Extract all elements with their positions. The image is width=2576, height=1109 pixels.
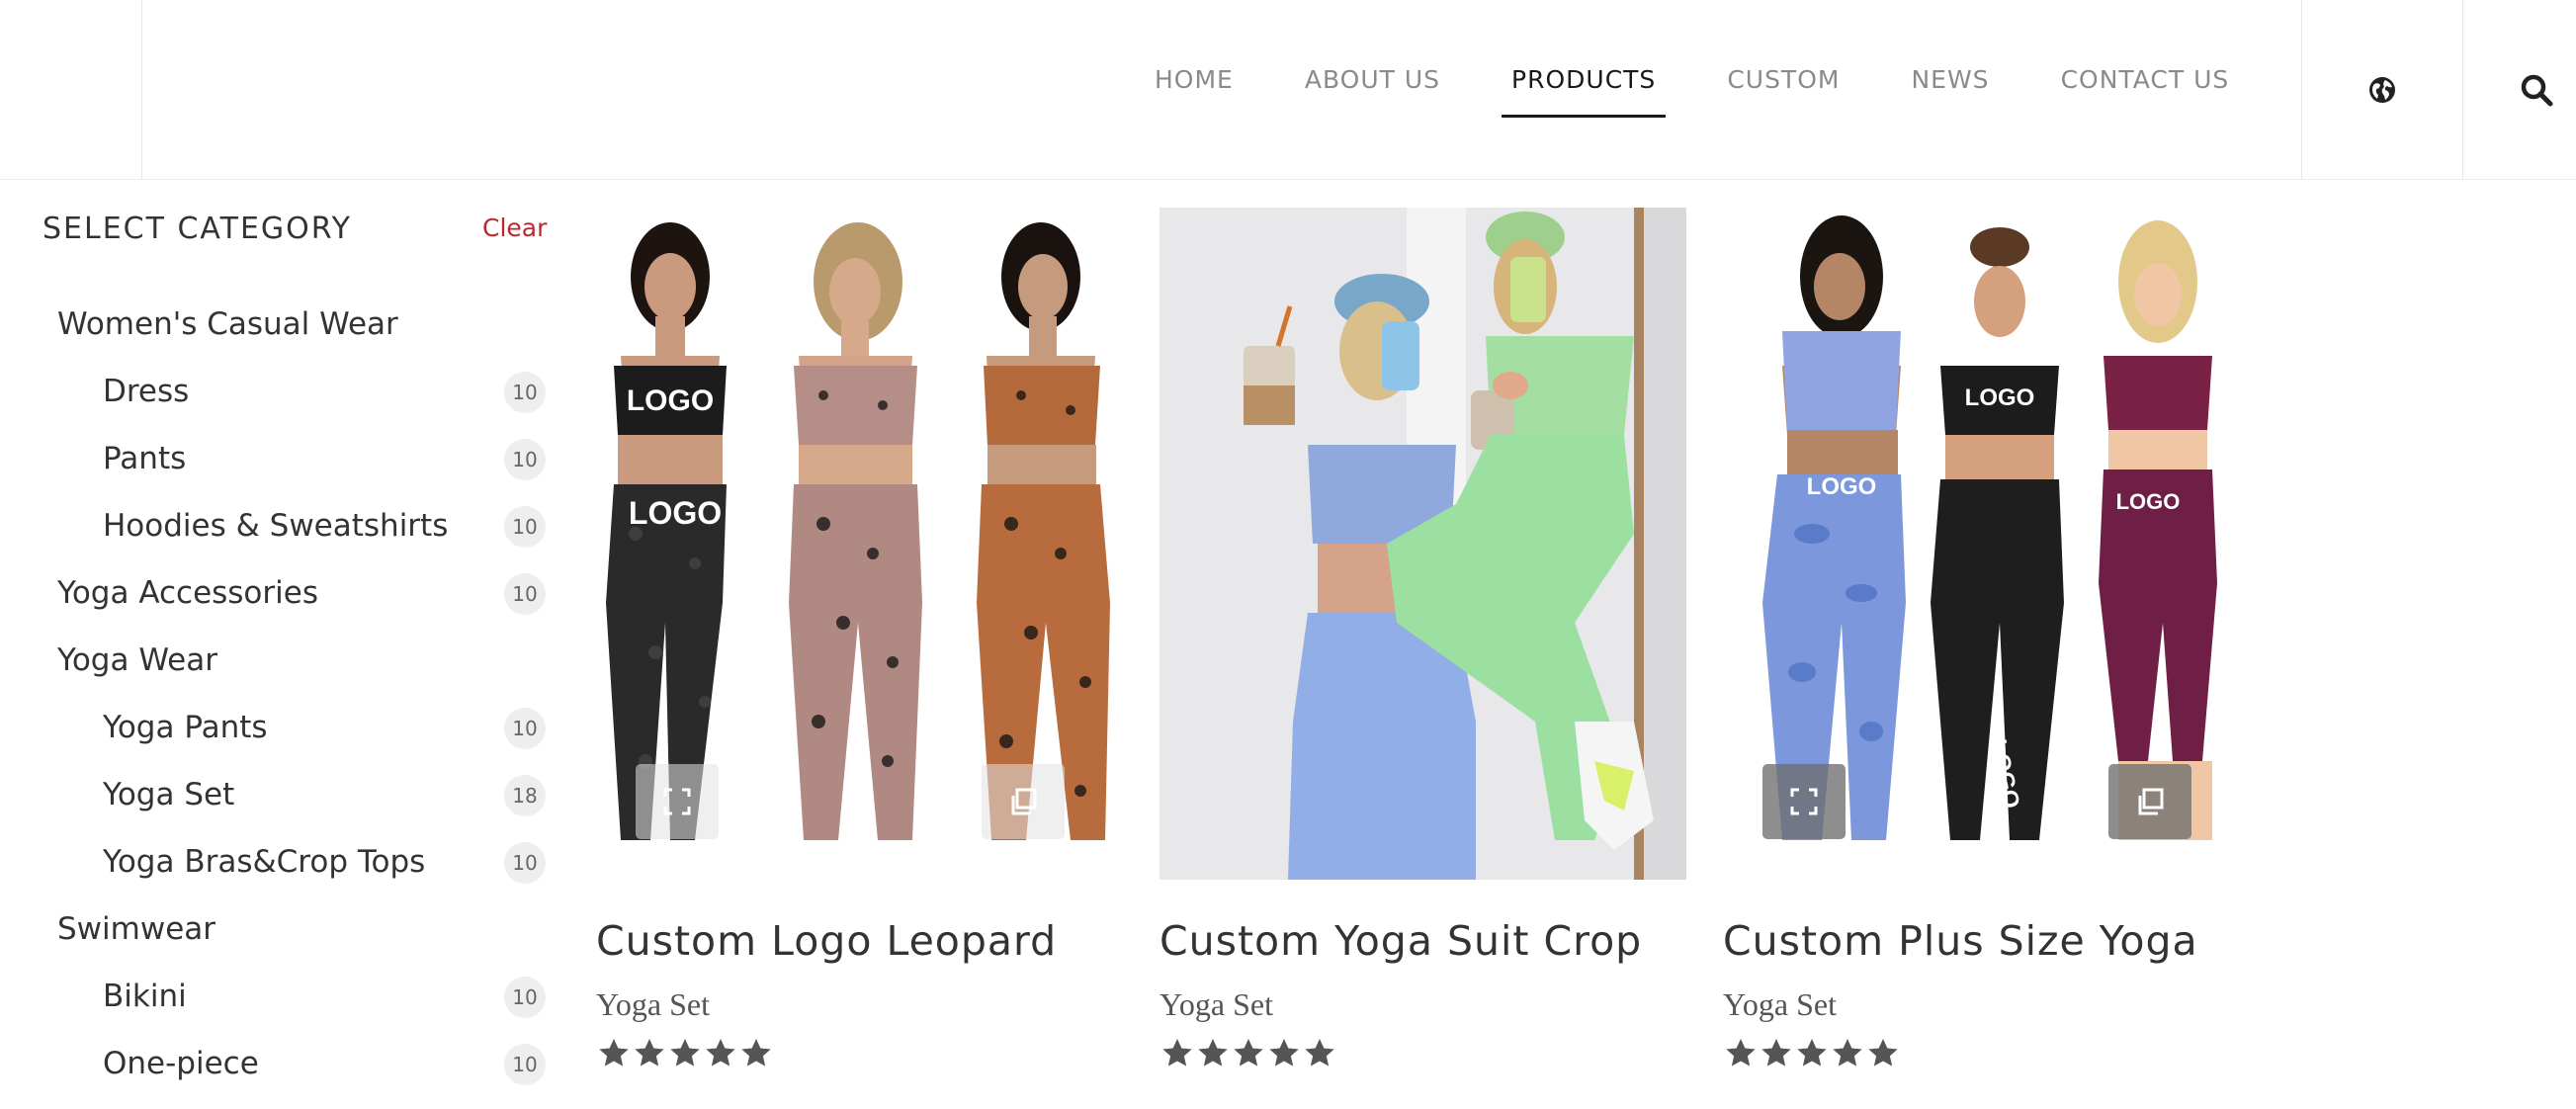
category-count-badge: 10 — [504, 708, 546, 749]
category-count-badge: 10 — [504, 977, 546, 1018]
category-label: Pants — [103, 441, 187, 476]
product-card[interactable]: Custom Yoga Suit Crop Yoga Set — [1159, 208, 1686, 1077]
product-image[interactable] — [1159, 208, 1686, 880]
star-icon — [1726, 1039, 1756, 1066]
language-button[interactable] — [2301, 0, 2463, 179]
nav-news[interactable]: NEWS — [1893, 0, 2007, 158]
category-label: Yoga Pants — [103, 710, 268, 745]
category-pants[interactable]: Pants 10 — [0, 427, 573, 488]
star-icon — [1269, 1039, 1299, 1066]
category-bikini[interactable]: Bikini 10 — [0, 965, 573, 1026]
category-yoga-wear[interactable]: Yoga Wear — [0, 629, 573, 690]
nav-contact-us[interactable]: CONTACT US — [2043, 0, 2248, 158]
compare-button[interactable] — [982, 764, 1065, 839]
product-logo-text: LOGO — [627, 384, 714, 417]
category-label: One-piece — [103, 1046, 259, 1081]
product-logo-text: LOGO — [2116, 489, 2181, 514]
product-rating — [596, 1036, 774, 1071]
nav-products[interactable]: PRODUCTS — [1494, 0, 1674, 158]
nav-custom[interactable]: CUSTOM — [1709, 0, 1857, 158]
category-count-badge: 10 — [504, 439, 546, 480]
category-label: Hoodies & Sweatshirts — [103, 508, 449, 544]
clear-filter-link[interactable]: Clear — [482, 213, 547, 242]
category-count-badge: 18 — [504, 775, 546, 816]
category-one-piece[interactable]: One-piece 10 — [0, 1032, 573, 1093]
expand-icon — [1790, 788, 1818, 815]
category-count-badge: 10 — [504, 1044, 546, 1085]
globe-icon — [2369, 76, 2395, 103]
category-yoga-bras-crop-tops[interactable]: Yoga Bras&Crop Tops 10 — [0, 830, 573, 892]
category-count-badge: 10 — [504, 842, 546, 884]
category-label: Swimwear — [57, 911, 216, 947]
product-category: Yoga Set — [1723, 986, 1837, 1022]
product-card[interactable]: LOGO LOGO Custom Logo Leopard Yoga Set — [596, 208, 1123, 1077]
category-sidebar: SELECT CATEGORY Clear Women's Casual Wea… — [0, 180, 573, 1109]
category-yoga-pants[interactable]: Yoga Pants 10 — [0, 696, 573, 757]
category-label: Yoga Bras&Crop Tops — [103, 844, 426, 880]
star-icon — [1797, 1039, 1827, 1066]
compare-button[interactable] — [2108, 764, 2191, 839]
product-image[interactable]: LOGO LOGO LOGO LOGO — [1723, 208, 2250, 880]
star-icon — [741, 1039, 771, 1066]
star-icon — [1198, 1039, 1228, 1066]
product-logo-text: LOGO — [1965, 384, 2035, 411]
search-icon — [2521, 74, 2553, 106]
sidebar-title: SELECT CATEGORY — [43, 212, 353, 246]
product-logo-text: LOGO — [629, 495, 722, 531]
nav-about-us[interactable]: ABOUT US — [1287, 0, 1458, 158]
category-count-badge: 10 — [504, 372, 546, 413]
site-header: HOME ABOUT US PRODUCTS CUSTOM NEWS CONTA… — [0, 0, 2576, 180]
star-icon — [1868, 1039, 1898, 1066]
category-hoodies-sweatshirts[interactable]: Hoodies & Sweatshirts 10 — [0, 494, 573, 555]
product-category: Yoga Set — [1159, 986, 1273, 1022]
category-womens-casual-wear[interactable]: Women's Casual Wear — [0, 293, 573, 354]
product-title[interactable]: Custom Plus Size Yoga — [1723, 917, 2198, 965]
category-count-badge: 10 — [504, 506, 546, 548]
star-icon — [1234, 1039, 1263, 1066]
star-icon — [1162, 1039, 1192, 1066]
main-nav: HOME ABOUT US PRODUCTS CUSTOM NEWS CONTA… — [1137, 0, 2282, 179]
product-image[interactable]: LOGO LOGO — [596, 208, 1123, 880]
product-card[interactable]: LOGO LOGO LOGO LOGO Custom Plus Size Yog… — [1723, 208, 2250, 1077]
quick-view-button[interactable] — [1762, 764, 1846, 839]
product-logo-text: LOGO — [1807, 473, 1877, 500]
logo-area[interactable] — [0, 0, 142, 179]
product-category: Yoga Set — [596, 986, 710, 1022]
star-icon — [1761, 1039, 1791, 1066]
category-yoga-accessories[interactable]: Yoga Accessories 10 — [0, 561, 573, 623]
product-rating — [1159, 1036, 1337, 1071]
star-icon — [670, 1039, 700, 1066]
quick-view-button[interactable] — [636, 764, 719, 839]
nav-home[interactable]: HOME — [1137, 0, 1251, 158]
category-label: Bikini — [103, 979, 187, 1014]
search-button[interactable] — [2519, 0, 2576, 179]
star-icon — [706, 1039, 735, 1066]
category-label: Yoga Wear — [57, 642, 217, 678]
category-yoga-set[interactable]: Yoga Set 18 — [0, 763, 573, 824]
copy-icon — [2138, 788, 2164, 815]
category-label: Yoga Set — [103, 777, 235, 812]
product-title[interactable]: Custom Yoga Suit Crop — [1159, 917, 1642, 965]
category-label: Yoga Accessories — [57, 575, 318, 611]
product-title[interactable]: Custom Logo Leopard — [596, 917, 1057, 965]
star-icon — [1833, 1039, 1862, 1066]
category-count-badge: 10 — [504, 573, 546, 615]
product-rating — [1723, 1036, 1901, 1071]
copy-icon — [1011, 788, 1037, 815]
category-dress[interactable]: Dress 10 — [0, 360, 573, 421]
star-icon — [635, 1039, 664, 1066]
category-swimwear[interactable]: Swimwear — [0, 897, 573, 959]
expand-icon — [663, 788, 691, 815]
category-label: Dress — [103, 374, 190, 409]
star-icon — [599, 1039, 629, 1066]
star-icon — [1305, 1039, 1334, 1066]
category-label: Women's Casual Wear — [57, 306, 398, 342]
